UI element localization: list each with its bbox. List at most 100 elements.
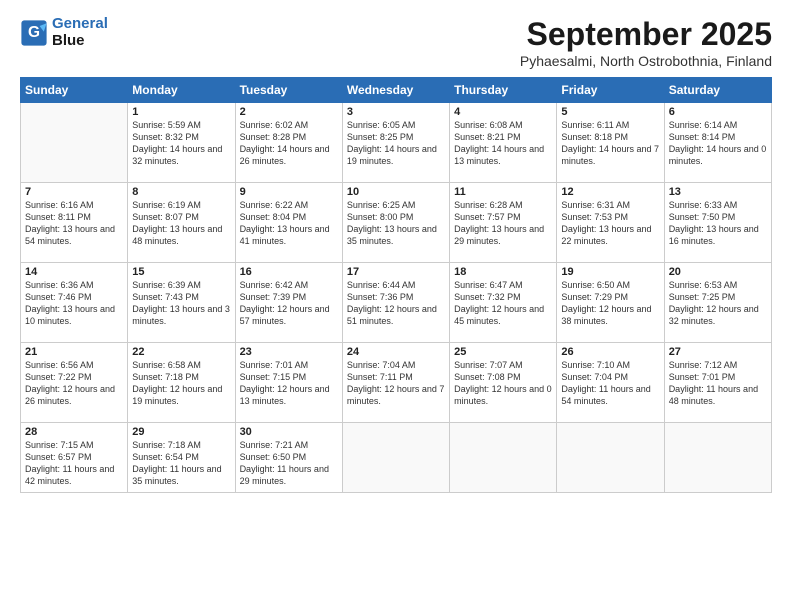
calendar-cell: 15Sunrise: 6:39 AMSunset: 7:43 PMDayligh… — [128, 263, 235, 343]
cell-info: Sunrise: 6:53 AMSunset: 7:25 PMDaylight:… — [669, 279, 767, 328]
day-number: 29 — [132, 426, 230, 438]
cell-info: Sunrise: 6:05 AMSunset: 8:25 PMDaylight:… — [347, 119, 445, 168]
cell-info: Sunrise: 6:14 AMSunset: 8:14 PMDaylight:… — [669, 119, 767, 168]
day-number: 27 — [669, 346, 767, 358]
day-number: 5 — [561, 106, 659, 118]
cell-info: Sunrise: 6:02 AMSunset: 8:28 PMDaylight:… — [240, 119, 338, 168]
cell-info: Sunrise: 7:10 AMSunset: 7:04 PMDaylight:… — [561, 359, 659, 408]
header: G General Blue September 2025 Pyhaesalmi… — [20, 16, 772, 69]
calendar-table: SundayMondayTuesdayWednesdayThursdayFrid… — [20, 77, 772, 493]
calendar-cell — [21, 103, 128, 183]
cell-info: Sunrise: 7:21 AMSunset: 6:50 PMDaylight:… — [240, 439, 338, 488]
location-subtitle: Pyhaesalmi, North Ostrobothnia, Finland — [520, 53, 772, 69]
day-number: 19 — [561, 266, 659, 278]
calendar-cell — [557, 423, 664, 493]
calendar-cell: 29Sunrise: 7:18 AMSunset: 6:54 PMDayligh… — [128, 423, 235, 493]
cell-info: Sunrise: 7:18 AMSunset: 6:54 PMDaylight:… — [132, 439, 230, 488]
calendar-cell: 26Sunrise: 7:10 AMSunset: 7:04 PMDayligh… — [557, 343, 664, 423]
day-number: 18 — [454, 266, 552, 278]
cell-info: Sunrise: 6:58 AMSunset: 7:18 PMDaylight:… — [132, 359, 230, 408]
cell-info: Sunrise: 7:15 AMSunset: 6:57 PMDaylight:… — [25, 439, 123, 488]
cell-info: Sunrise: 6:44 AMSunset: 7:36 PMDaylight:… — [347, 279, 445, 328]
cell-info: Sunrise: 6:31 AMSunset: 7:53 PMDaylight:… — [561, 199, 659, 248]
calendar-cell: 16Sunrise: 6:42 AMSunset: 7:39 PMDayligh… — [235, 263, 342, 343]
calendar-cell: 27Sunrise: 7:12 AMSunset: 7:01 PMDayligh… — [664, 343, 771, 423]
calendar-cell: 3Sunrise: 6:05 AMSunset: 8:25 PMDaylight… — [342, 103, 449, 183]
cell-info: Sunrise: 6:47 AMSunset: 7:32 PMDaylight:… — [454, 279, 552, 328]
cell-info: Sunrise: 6:11 AMSunset: 8:18 PMDaylight:… — [561, 119, 659, 168]
svg-text:G: G — [28, 24, 40, 41]
cell-info: Sunrise: 6:50 AMSunset: 7:29 PMDaylight:… — [561, 279, 659, 328]
calendar-cell: 10Sunrise: 6:25 AMSunset: 8:00 PMDayligh… — [342, 183, 449, 263]
day-number: 14 — [25, 266, 123, 278]
day-number: 30 — [240, 426, 338, 438]
day-number: 13 — [669, 186, 767, 198]
calendar-cell: 22Sunrise: 6:58 AMSunset: 7:18 PMDayligh… — [128, 343, 235, 423]
day-number: 2 — [240, 106, 338, 118]
day-number: 1 — [132, 106, 230, 118]
week-row-4: 21Sunrise: 6:56 AMSunset: 7:22 PMDayligh… — [21, 343, 772, 423]
calendar-cell: 24Sunrise: 7:04 AMSunset: 7:11 PMDayligh… — [342, 343, 449, 423]
header-wednesday: Wednesday — [342, 78, 449, 103]
calendar-header-row: SundayMondayTuesdayWednesdayThursdayFrid… — [21, 78, 772, 103]
day-number: 16 — [240, 266, 338, 278]
cell-info: Sunrise: 6:25 AMSunset: 8:00 PMDaylight:… — [347, 199, 445, 248]
cell-info: Sunrise: 6:19 AMSunset: 8:07 PMDaylight:… — [132, 199, 230, 248]
day-number: 9 — [240, 186, 338, 198]
week-row-3: 14Sunrise: 6:36 AMSunset: 7:46 PMDayligh… — [21, 263, 772, 343]
calendar-cell: 9Sunrise: 6:22 AMSunset: 8:04 PMDaylight… — [235, 183, 342, 263]
week-row-2: 7Sunrise: 6:16 AMSunset: 8:11 PMDaylight… — [21, 183, 772, 263]
calendar-cell: 14Sunrise: 6:36 AMSunset: 7:46 PMDayligh… — [21, 263, 128, 343]
calendar-cell: 12Sunrise: 6:31 AMSunset: 7:53 PMDayligh… — [557, 183, 664, 263]
cell-info: Sunrise: 6:22 AMSunset: 8:04 PMDaylight:… — [240, 199, 338, 248]
calendar-cell: 20Sunrise: 6:53 AMSunset: 7:25 PMDayligh… — [664, 263, 771, 343]
calendar-cell: 4Sunrise: 6:08 AMSunset: 8:21 PMDaylight… — [450, 103, 557, 183]
calendar-cell: 18Sunrise: 6:47 AMSunset: 7:32 PMDayligh… — [450, 263, 557, 343]
calendar-cell: 17Sunrise: 6:44 AMSunset: 7:36 PMDayligh… — [342, 263, 449, 343]
day-number: 10 — [347, 186, 445, 198]
calendar-cell: 6Sunrise: 6:14 AMSunset: 8:14 PMDaylight… — [664, 103, 771, 183]
calendar-cell: 8Sunrise: 6:19 AMSunset: 8:07 PMDaylight… — [128, 183, 235, 263]
header-sunday: Sunday — [21, 78, 128, 103]
cell-info: Sunrise: 6:56 AMSunset: 7:22 PMDaylight:… — [25, 359, 123, 408]
header-thursday: Thursday — [450, 78, 557, 103]
logo-general: General — [52, 15, 108, 32]
week-row-1: 1Sunrise: 5:59 AMSunset: 8:32 PMDaylight… — [21, 103, 772, 183]
header-tuesday: Tuesday — [235, 78, 342, 103]
page-container: G General Blue September 2025 Pyhaesalmi… — [0, 0, 792, 503]
month-title: September 2025 — [520, 16, 772, 53]
header-friday: Friday — [557, 78, 664, 103]
cell-info: Sunrise: 6:28 AMSunset: 7:57 PMDaylight:… — [454, 199, 552, 248]
day-number: 15 — [132, 266, 230, 278]
day-number: 4 — [454, 106, 552, 118]
cell-info: Sunrise: 7:12 AMSunset: 7:01 PMDaylight:… — [669, 359, 767, 408]
calendar-cell: 2Sunrise: 6:02 AMSunset: 8:28 PMDaylight… — [235, 103, 342, 183]
cell-info: Sunrise: 6:36 AMSunset: 7:46 PMDaylight:… — [25, 279, 123, 328]
day-number: 8 — [132, 186, 230, 198]
calendar-cell: 11Sunrise: 6:28 AMSunset: 7:57 PMDayligh… — [450, 183, 557, 263]
cell-info: Sunrise: 5:59 AMSunset: 8:32 PMDaylight:… — [132, 119, 230, 168]
cell-info: Sunrise: 7:07 AMSunset: 7:08 PMDaylight:… — [454, 359, 552, 408]
title-block: September 2025 Pyhaesalmi, North Ostrobo… — [520, 16, 772, 69]
week-row-5: 28Sunrise: 7:15 AMSunset: 6:57 PMDayligh… — [21, 423, 772, 493]
cell-info: Sunrise: 6:16 AMSunset: 8:11 PMDaylight:… — [25, 199, 123, 248]
header-monday: Monday — [128, 78, 235, 103]
calendar-cell: 30Sunrise: 7:21 AMSunset: 6:50 PMDayligh… — [235, 423, 342, 493]
day-number: 12 — [561, 186, 659, 198]
day-number: 23 — [240, 346, 338, 358]
day-number: 21 — [25, 346, 123, 358]
calendar-cell: 13Sunrise: 6:33 AMSunset: 7:50 PMDayligh… — [664, 183, 771, 263]
logo: G General Blue — [20, 16, 108, 49]
day-number: 26 — [561, 346, 659, 358]
day-number: 6 — [669, 106, 767, 118]
cell-info: Sunrise: 6:08 AMSunset: 8:21 PMDaylight:… — [454, 119, 552, 168]
calendar-cell: 7Sunrise: 6:16 AMSunset: 8:11 PMDaylight… — [21, 183, 128, 263]
calendar-cell — [450, 423, 557, 493]
calendar-cell: 1Sunrise: 5:59 AMSunset: 8:32 PMDaylight… — [128, 103, 235, 183]
calendar-cell: 19Sunrise: 6:50 AMSunset: 7:29 PMDayligh… — [557, 263, 664, 343]
cell-info: Sunrise: 6:33 AMSunset: 7:50 PMDaylight:… — [669, 199, 767, 248]
cell-info: Sunrise: 7:04 AMSunset: 7:11 PMDaylight:… — [347, 359, 445, 408]
logo-blue: Blue — [52, 32, 85, 49]
day-number: 25 — [454, 346, 552, 358]
calendar-cell: 21Sunrise: 6:56 AMSunset: 7:22 PMDayligh… — [21, 343, 128, 423]
